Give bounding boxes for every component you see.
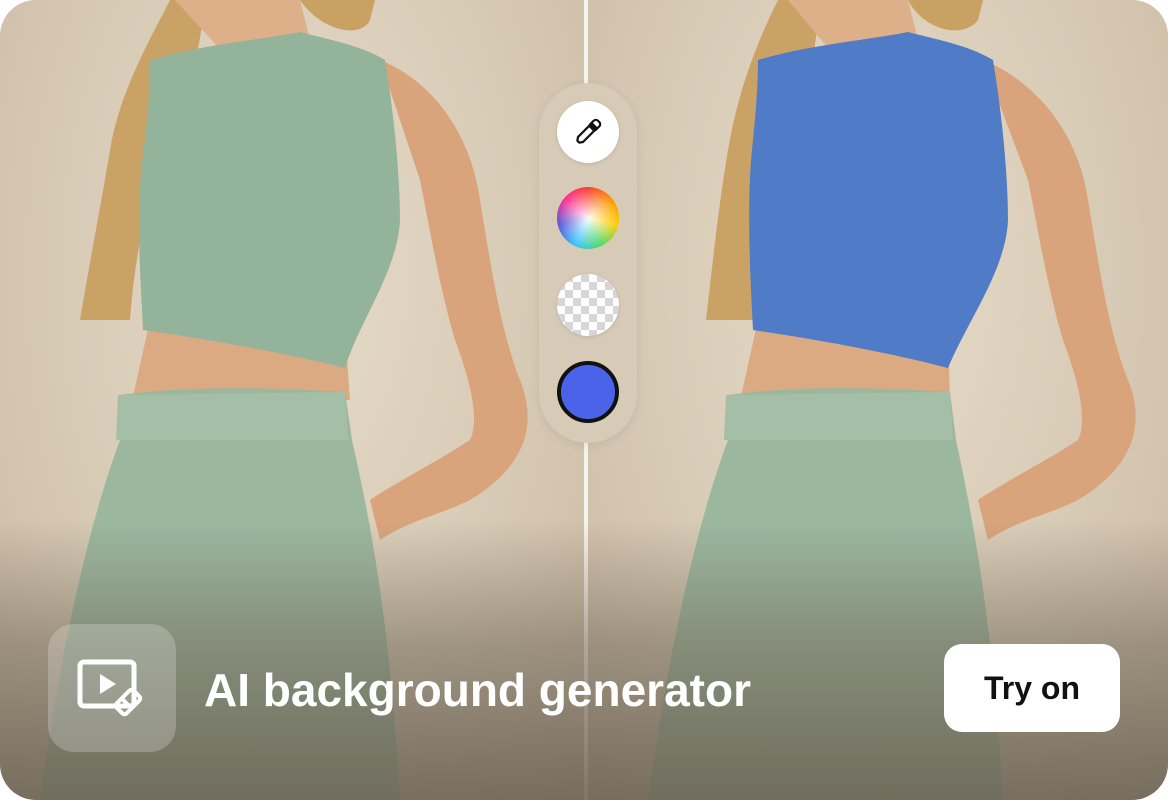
solid-color-swatch[interactable]: [557, 361, 619, 423]
feature-icon-tile: [48, 624, 176, 752]
eyedropper-icon: [576, 118, 602, 144]
transparent-background-button[interactable]: [557, 274, 619, 336]
blue-top: [749, 32, 1008, 368]
green-top: [139, 32, 400, 368]
eyedropper-button[interactable]: [557, 101, 619, 163]
promo-card: AI background generator Try on: [0, 0, 1168, 800]
feature-title: AI background generator: [204, 664, 751, 716]
color-toolbar: [539, 83, 637, 443]
try-on-button[interactable]: Try on: [944, 644, 1120, 732]
video-eraser-icon: [77, 659, 143, 717]
color-wheel-button[interactable]: [557, 187, 619, 249]
